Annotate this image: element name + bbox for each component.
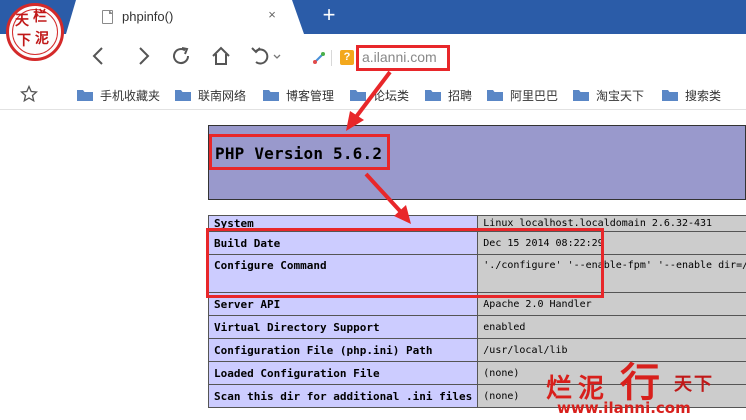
bookmark-label: 博客管理 [286, 89, 335, 103]
tab-phpinfo[interactable]: phpinfo() × [76, 0, 292, 34]
php-value-cell: enabled [477, 315, 746, 339]
php-version-header: PHP Version 5.6.2 [208, 125, 746, 200]
php-key-cell: Scan this dir for additional .ini files [207, 384, 479, 408]
url-separator [331, 50, 332, 66]
bookmark-label: 联南网络 [198, 89, 247, 103]
php-key-cell: Configuration File (php.ini) Path [207, 338, 479, 362]
bookmark-label: 淘宝天下 [596, 89, 645, 103]
reload-button[interactable] [168, 43, 194, 69]
home-icon [212, 46, 230, 65]
php-key-cell: Loaded Configuration File [207, 361, 479, 385]
logo-char: 下 [17, 33, 31, 49]
forward-button[interactable] [130, 43, 156, 69]
bookmark-label: 搜索类 [685, 89, 722, 103]
folder-icon [487, 90, 503, 101]
shield-icon [313, 52, 325, 64]
home-button[interactable] [208, 43, 234, 69]
folder-icon [77, 90, 93, 101]
bookmark-label: 招聘 [448, 89, 473, 103]
browser-window: phpinfo() × + 天 栏 下 泥 ? a.ilanni.com 手机收… [0, 0, 746, 420]
folder-icon [573, 90, 589, 101]
logo-char: 泥 [35, 31, 49, 47]
logo-char: 栏 [33, 9, 47, 25]
bookmarks-bar: 手机收藏夹 联南网络 博客管理 论坛类 招聘 阿里巴巴 淘宝天下 搜索类 [0, 80, 746, 110]
undo-icon [251, 47, 281, 65]
back-icon [92, 47, 103, 65]
watermark-url: www.ilanni.com [557, 399, 691, 417]
folder-icon [662, 90, 678, 101]
tab-strip: phpinfo() × + [0, 0, 746, 34]
security-warning-icon[interactable]: ? [340, 50, 354, 65]
logo-char: 天 [15, 13, 29, 29]
folder-icon [350, 90, 366, 101]
site-logo: 天 栏 下 泥 [6, 3, 64, 61]
bookmark-label: 论坛类 [373, 89, 410, 103]
page-icon [102, 10, 113, 24]
folder-icon [425, 90, 441, 101]
version-annotation-box [209, 134, 390, 170]
watermark: 烂 泥 行 天 下 www.ilanni.com [540, 346, 746, 420]
watermark-char: 天 [674, 374, 692, 395]
watermark-char: 下 [694, 374, 712, 395]
tab-title: phpinfo() [122, 9, 174, 24]
folder-icon [175, 90, 191, 101]
bookmark-label: 阿里巴巴 [510, 89, 559, 103]
nav-bar: ? a.ilanni.com [0, 34, 746, 80]
bookmark-label: 手机收藏夹 [100, 89, 161, 103]
forward-icon [139, 47, 150, 65]
table-row: Virtual Directory Support enabled [207, 315, 746, 339]
tab-close-button[interactable]: × [264, 7, 280, 23]
address-bar[interactable]: ? a.ilanni.com [304, 42, 746, 74]
back-button[interactable] [86, 43, 112, 69]
folder-icon [263, 90, 279, 101]
undo-button[interactable] [248, 43, 284, 69]
new-tab-button[interactable]: + [318, 3, 340, 27]
build-annotation-box [206, 228, 604, 298]
php-key-cell: Virtual Directory Support [207, 315, 479, 339]
url-annotation-box [356, 45, 450, 71]
bookmark-star-icon[interactable] [19, 84, 39, 103]
reload-icon [173, 47, 190, 65]
